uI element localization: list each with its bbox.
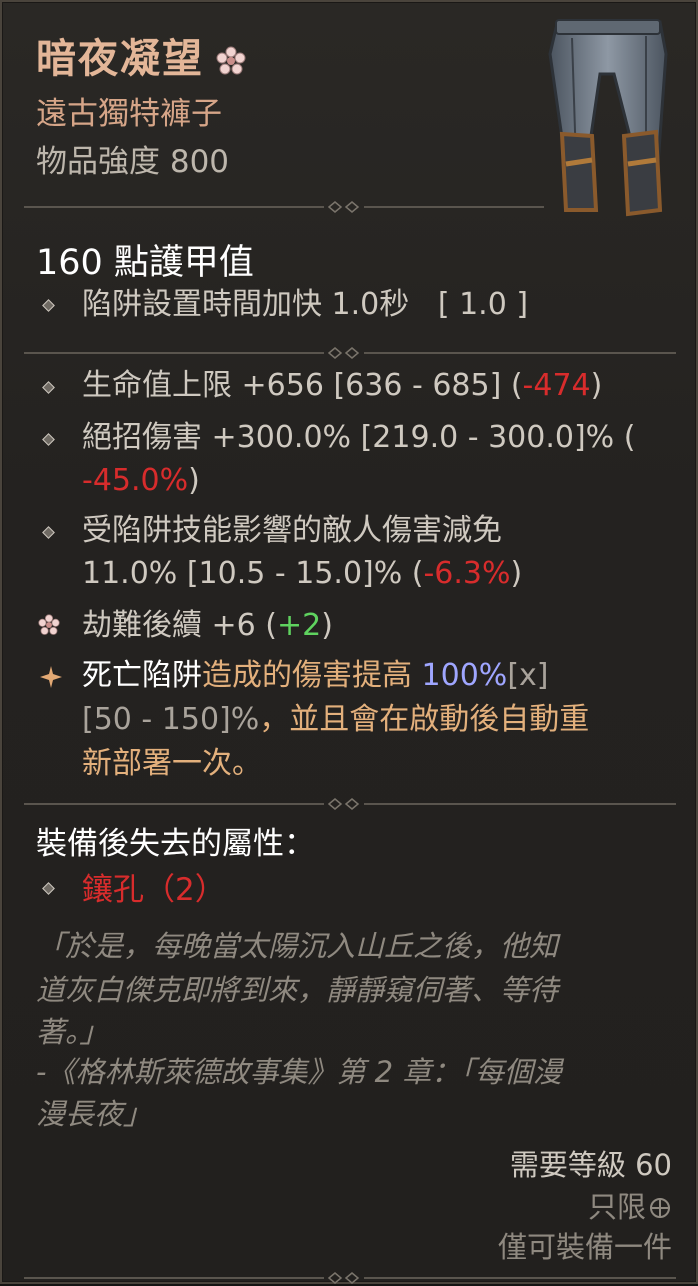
unique-equip-restriction: 只限 [588,1184,672,1226]
divider [24,201,544,213]
lost-socket: 鑲孔（2） [82,872,226,908]
flavor-text-line: 著。」 [36,1015,109,1049]
item-tooltip: 暗夜凝望 遠古獨特褲子 物品強度 800 160 點護甲值 陷阱設置時間加快 1… [0,0,698,1284]
flavor-text-line: -《格林斯萊德故事集》第 2 章：「每個漫 [36,1055,562,1089]
bullet-icon [42,882,55,895]
crosshair-icon [650,1198,670,1218]
item-power: 物品強度 800 [36,144,230,180]
affix-ultimate-damage: 絕招傷害 +300.0% [219.0 - 300.0]% ( [82,420,636,455]
greater-affix-icon [38,614,60,640]
required-level: 需要等級 60 [509,1148,672,1182]
pants-item-image [548,19,668,217]
unique-power-cont: [50 - 150]%，並且會在啟動後自動重 [82,702,590,737]
affix-ultimate-damage-cont: -45.0%) [82,463,200,498]
affix-damage-reduction-cont: 11.0% [10.5 - 15.0]% (-6.3%) [82,556,523,591]
item-name: 暗夜凝望 [36,26,246,86]
bullet-icon [42,299,55,312]
unique-flower-icon [216,39,246,86]
unique-power-icon [40,666,62,692]
unique-power: 死亡陷阱造成的傷害提高 100%[x] [82,658,549,693]
affix-calamity: 劫難後續 +6 (+2) [82,608,333,643]
divider [24,347,676,359]
affix-damage-reduction: 受陷阱技能影響的敵人傷害減免 [82,513,502,548]
bullet-icon [42,433,55,446]
bullet-icon [42,526,55,539]
flavor-text-line: 「於是，每晚當太陽沉入山丘之後，他知 [36,929,559,963]
lost-attributes-heading: 裝備後失去的屬性： [36,826,315,862]
flavor-text-line: 漫長夜」 [36,1097,153,1131]
bullet-icon [42,381,55,394]
item-type: 遠古獨特褲子 [36,96,222,132]
divider [24,798,676,810]
armor-value: 160 點護甲值 [36,243,254,283]
implicit-affix: 陷阱設置時間加快 1.0秒 [ 1.0 ] [82,287,529,322]
equip-limit: 僅可裝備一件 [497,1230,672,1264]
affix-life: 生命值上限 +656 [636 - 685] (-474) [82,368,603,403]
flavor-text-line: 道灰白傑克即將到來，靜靜窺伺著、等待 [36,973,559,1007]
unique-power-cont2: 新部署一次。 [82,746,262,781]
